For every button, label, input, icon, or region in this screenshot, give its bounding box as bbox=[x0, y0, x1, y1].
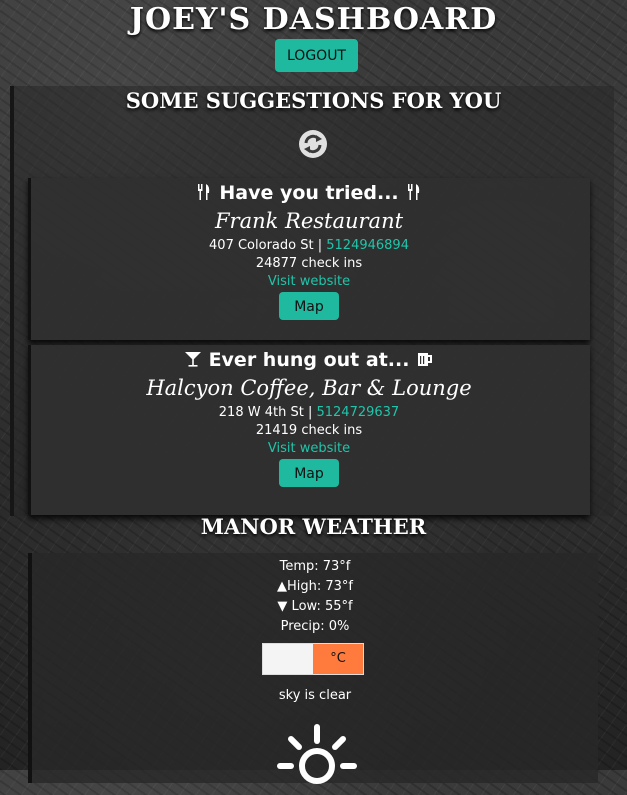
venue-name: Halcyon Coffee, Bar & Lounge bbox=[146, 376, 472, 400]
venue-address-line: 407 Colorado St | 5124946894 bbox=[28, 238, 590, 253]
card-heading: Have you tried... bbox=[28, 182, 590, 204]
venue-address: 407 Colorado St bbox=[209, 238, 314, 253]
venue-phone-link[interactable]: 5124946894 bbox=[326, 238, 409, 253]
weather-precip: Precip: 0% bbox=[280, 619, 350, 634]
card-heading-text: Have you tried... bbox=[219, 182, 399, 204]
separator: | bbox=[307, 405, 313, 420]
venue-phone-link[interactable]: 5124729637 bbox=[316, 405, 399, 420]
separator: | bbox=[317, 238, 323, 253]
logout-button[interactable]: LOGOUT bbox=[275, 39, 358, 72]
card-heading-text: Ever hung out at... bbox=[208, 349, 410, 371]
map-button[interactable]: Map bbox=[279, 459, 339, 487]
weather-heading: MANOR WEATHER bbox=[200, 514, 427, 539]
sun-icon bbox=[277, 721, 357, 795]
celsius-option[interactable]: °C bbox=[313, 644, 363, 674]
suggestion-card-restaurant: Have you tried... Frank Restaurant 407 C… bbox=[28, 178, 590, 340]
venue-address-line: 218 W 4th St | 5124729637 bbox=[28, 405, 590, 420]
sky-condition: sky is clear bbox=[278, 688, 352, 703]
weather-panel: Temp: 73°f ▲High: 73°f ▼ Low: 55°f Preci… bbox=[28, 553, 598, 784]
fork-knife-icon bbox=[195, 182, 220, 204]
weather-low: ▼ Low: 55°f bbox=[277, 599, 353, 614]
refresh-icon[interactable] bbox=[299, 130, 327, 158]
weather-high: ▲High: 73°f bbox=[276, 579, 353, 594]
visit-website-link[interactable]: Visit website bbox=[268, 274, 350, 289]
venue-checkins: 24877 check ins bbox=[255, 256, 363, 271]
fork-knife-icon bbox=[405, 182, 423, 204]
page-title: JOEY'S DASHBOARD bbox=[129, 2, 498, 37]
beer-mug-icon bbox=[416, 349, 434, 371]
temperature-unit-toggle[interactable]: °C bbox=[262, 643, 364, 675]
venue-address: 218 W 4th St bbox=[218, 405, 304, 420]
venue-name: Frank Restaurant bbox=[214, 209, 404, 233]
visit-website-link[interactable]: Visit website bbox=[268, 441, 350, 456]
fahrenheit-option[interactable] bbox=[263, 644, 313, 674]
suggestion-card-bar: Ever hung out at... Halcyon Coffee, Bar … bbox=[28, 345, 590, 515]
cocktail-icon bbox=[184, 349, 209, 371]
card-heading: Ever hung out at... bbox=[28, 349, 590, 371]
weather-temp: Temp: 73°f bbox=[279, 559, 351, 574]
venue-checkins: 21419 check ins bbox=[255, 423, 363, 438]
map-button[interactable]: Map bbox=[279, 292, 339, 320]
suggestions-heading: SOME SUGGESTIONS FOR YOU bbox=[125, 88, 502, 113]
